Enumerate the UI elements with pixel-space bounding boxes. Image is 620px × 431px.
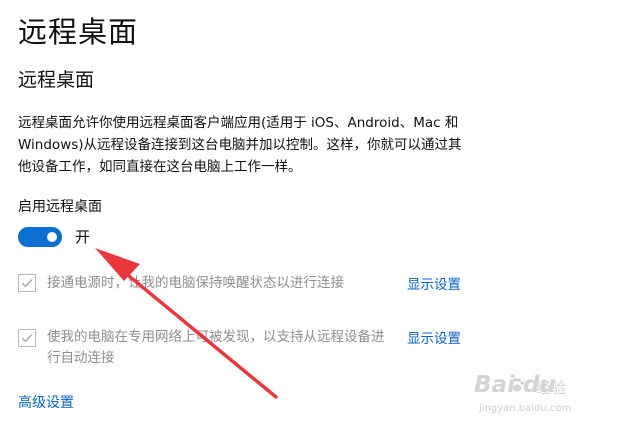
baidu-watermark: Bai du 经验 jingyan.baidu.com <box>474 370 614 425</box>
checkmark-icon <box>21 334 33 343</box>
page-title: 远程桌面 <box>18 15 139 49</box>
toggle-state-text: 开 <box>75 228 91 246</box>
watermark-url: jingyan.baidu.com <box>479 403 572 414</box>
toggle-knob <box>47 232 57 242</box>
discoverable-text: 使我的电脑在专用网络上可被发现，以支持从远程设备进行自动连接 <box>47 329 385 366</box>
section-description: 远程桌面允许你使用远程桌面客户端应用(适用于 iOS、Android、Mac 和… <box>18 115 462 175</box>
checkmark-icon <box>21 279 33 288</box>
keep-awake-text: 接通电源时，让我的电脑保持唤醒状态以进行连接 <box>47 275 344 291</box>
section-title: 远程桌面 <box>18 69 95 91</box>
discoverable-show-settings-link[interactable]: 显示设置 <box>407 329 461 350</box>
keep-awake-checkbox[interactable] <box>18 274 36 292</box>
remote-desktop-settings-page: 远程桌面 远程桌面 远程桌面允许你使用远程桌面客户端应用(适用于 iOS、And… <box>0 0 620 431</box>
option-discoverable-row: 使我的电脑在专用网络上可被发现，以支持从远程设备进行自动连接 显示设置 <box>18 327 498 373</box>
watermark-sub: 经验 <box>536 379 567 397</box>
paw-icon <box>510 378 525 392</box>
discoverable-checkbox[interactable] <box>18 329 36 347</box>
keep-awake-show-settings-link[interactable]: 显示设置 <box>407 275 461 296</box>
advanced-settings-link[interactable]: 高级设置 <box>18 392 74 414</box>
enable-remote-desktop-toggle[interactable] <box>18 227 62 247</box>
enable-remote-desktop-label: 启用远程桌面 <box>18 199 102 215</box>
option-keep-awake-row: 接通电源时，让我的电脑保持唤醒状态以进行连接 显示设置 <box>18 273 498 297</box>
